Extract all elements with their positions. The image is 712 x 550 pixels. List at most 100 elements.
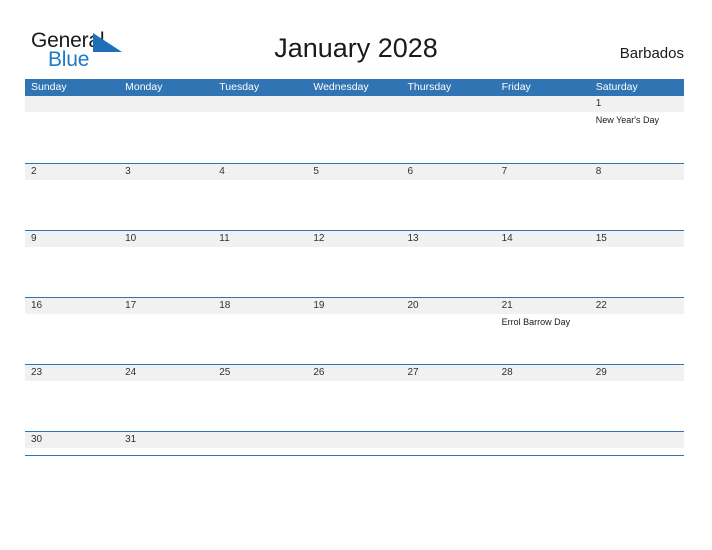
day-events-band: Errol Barrow Day: [25, 314, 684, 364]
page-title: January 2028: [274, 33, 438, 63]
day-number[interactable]: 2: [25, 164, 119, 180]
day-number[interactable]: 25: [213, 365, 307, 381]
day-event-empty: [25, 314, 119, 364]
day-number[interactable]: 15: [590, 231, 684, 247]
day-number-empty: [25, 96, 119, 112]
day-number-band: 1: [25, 96, 684, 112]
day-events-band: [25, 180, 684, 230]
calendar-week-row: 2345678: [25, 163, 684, 230]
day-event-empty: [25, 180, 119, 230]
locale-label: Barbados: [619, 45, 684, 62]
day-event-empty: [402, 112, 496, 162]
day-event-empty: [25, 112, 119, 162]
day-event-empty: [307, 381, 401, 431]
day-events-band: [25, 381, 684, 431]
day-number[interactable]: 18: [213, 298, 307, 314]
day-event-empty: [25, 381, 119, 431]
day-number-empty: [213, 432, 307, 448]
day-number-band: 30 31: [25, 432, 684, 448]
day-event[interactable]: New Year's Day: [590, 112, 684, 162]
weekday-header-saturday: Saturday: [595, 81, 638, 93]
weekday-header-thursday: Thursday: [407, 81, 452, 93]
day-number-empty: [496, 96, 590, 112]
day-event-empty: [25, 247, 119, 297]
day-number[interactable]: 22: [590, 298, 684, 314]
calendar-week-row: 23 24 25 26 27 28 29: [25, 364, 684, 431]
day-number[interactable]: 6: [402, 164, 496, 180]
day-number[interactable]: 7: [496, 164, 590, 180]
day-number[interactable]: 31: [119, 432, 213, 448]
day-event-empty: [496, 180, 590, 230]
day-number[interactable]: 5: [307, 164, 401, 180]
weekday-header-tuesday: Tuesday: [219, 81, 260, 93]
day-event-empty: [119, 381, 213, 431]
day-number-band: 23 24 25 26 27 28 29: [25, 365, 684, 381]
weekday-header-wednesday: Wednesday: [313, 81, 369, 93]
day-number[interactable]: 9: [25, 231, 119, 247]
day-number[interactable]: 1: [590, 96, 684, 112]
day-number[interactable]: 23: [25, 365, 119, 381]
day-number[interactable]: 13: [402, 231, 496, 247]
day-number-band: 16 17 18 19 20 21 22: [25, 298, 684, 314]
day-number[interactable]: 11: [213, 231, 307, 247]
day-event-empty: [590, 247, 684, 297]
day-event-empty: [119, 180, 213, 230]
day-number-empty: [590, 432, 684, 448]
day-number-band: 2345678: [25, 164, 684, 180]
day-number-band: 9 10 11 12 13 14 15: [25, 231, 684, 247]
calendar-week-row: 1 New Year's Day: [25, 96, 684, 163]
day-event-empty: [402, 247, 496, 297]
day-number[interactable]: 3: [119, 164, 213, 180]
weekday-header-monday: Monday: [125, 81, 163, 93]
day-events-band: [25, 247, 684, 297]
day-event-empty: [402, 381, 496, 431]
day-event-empty: [213, 381, 307, 431]
weekday-header-friday: Friday: [501, 81, 531, 93]
weekday-header-row: Sunday Monday Tuesday Wednesday Thursday…: [25, 79, 684, 96]
calendar-week-row: 16 17 18 19 20 21 22 Errol Barrow Day: [25, 297, 684, 364]
day-event-empty: [590, 381, 684, 431]
calendar-grid-bottom-rule: [25, 455, 684, 456]
day-event-empty: [590, 314, 684, 364]
weekday-header-sunday: Sunday: [31, 81, 67, 93]
day-event[interactable]: Errol Barrow Day: [496, 314, 590, 364]
page-header: General Blue January 2028 Barbados: [0, 0, 712, 76]
calendar-grid: Sunday Monday Tuesday Wednesday Thursday…: [25, 79, 684, 456]
day-number-empty: [402, 432, 496, 448]
day-number[interactable]: 27: [402, 365, 496, 381]
day-event-empty: [213, 247, 307, 297]
day-events-band: New Year's Day: [25, 112, 684, 162]
day-event-empty: [213, 314, 307, 364]
day-event-empty: [496, 381, 590, 431]
day-event-empty: [119, 247, 213, 297]
day-number[interactable]: 17: [119, 298, 213, 314]
day-event-empty: [496, 247, 590, 297]
day-number[interactable]: 26: [307, 365, 401, 381]
day-number[interactable]: 4: [213, 164, 307, 180]
day-number[interactable]: 12: [307, 231, 401, 247]
day-event-empty: [307, 247, 401, 297]
day-number[interactable]: 14: [496, 231, 590, 247]
day-event-empty: [119, 314, 213, 364]
calendar-week-row: 9 10 11 12 13 14 15: [25, 230, 684, 297]
day-number-empty: [213, 96, 307, 112]
day-number-empty: [496, 432, 590, 448]
day-event-empty: [213, 180, 307, 230]
day-number[interactable]: 28: [496, 365, 590, 381]
day-event-empty: [307, 112, 401, 162]
day-number[interactable]: 24: [119, 365, 213, 381]
day-number[interactable]: 16: [25, 298, 119, 314]
day-number-empty: [402, 96, 496, 112]
calendar-page: General Blue January 2028 Barbados Sunda…: [0, 0, 712, 550]
day-event-empty: [402, 180, 496, 230]
day-number[interactable]: 21: [496, 298, 590, 314]
day-number[interactable]: 10: [119, 231, 213, 247]
day-number[interactable]: 29: [590, 365, 684, 381]
day-event-empty: [590, 180, 684, 230]
day-number[interactable]: 20: [402, 298, 496, 314]
day-number[interactable]: 30: [25, 432, 119, 448]
calendar-weeks: 1 New Year's Day 2 3 4 5 6 7 8 9 10 11 12 13 14 15 16 17 1…: [25, 96, 684, 455]
day-number[interactable]: 19: [307, 298, 401, 314]
day-number[interactable]: 8: [590, 164, 684, 180]
day-event-empty: [496, 112, 590, 162]
